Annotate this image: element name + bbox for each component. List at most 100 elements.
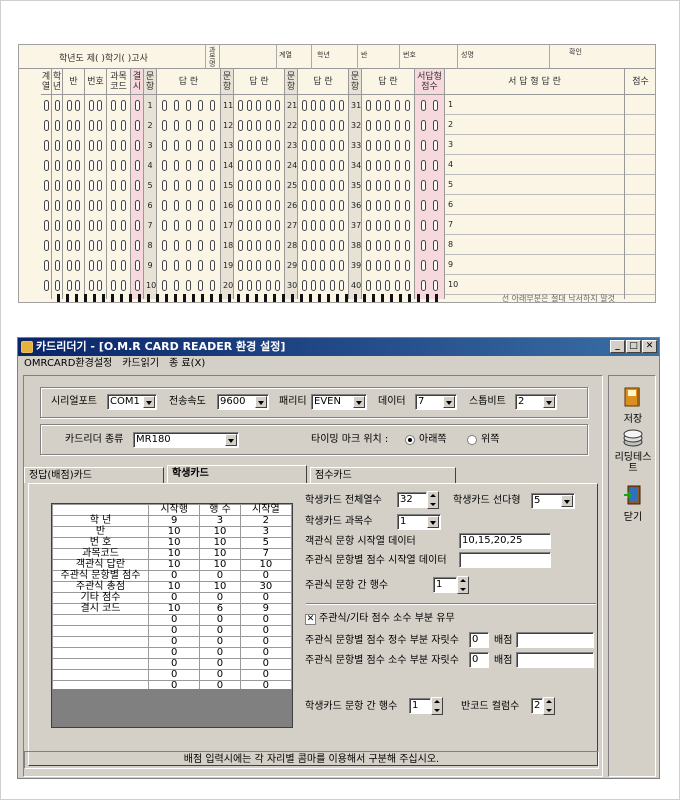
- total-cols-spinner[interactable]: [427, 491, 439, 509]
- grid-cell[interactable]: 0: [199, 636, 241, 648]
- table-row[interactable]: 과목코드 10 10 7: [52, 548, 293, 560]
- grid-cell[interactable]: 0: [239, 570, 293, 582]
- grid-cell[interactable]: 3: [239, 526, 293, 538]
- grid-cell[interactable]: 0: [147, 570, 201, 582]
- field-position-grid[interactable]: 시작행 행 수 시작열 학 년 9 3 2 반 10 10 3 번 호 10 10 5 과목코드 10 10 7 객관…: [51, 503, 293, 728]
- grid-cell[interactable]: 10: [239, 559, 293, 571]
- grid-cell[interactable]: 10: [147, 581, 201, 593]
- table-row[interactable]: 반 10 10 3: [52, 526, 293, 538]
- timing-top-radio[interactable]: [467, 435, 477, 445]
- close-window-button[interactable]: ✕: [642, 340, 657, 353]
- reading-test-button[interactable]: 리딩테스트: [611, 428, 655, 474]
- grid-cell[interactable]: 0: [147, 658, 201, 670]
- table-row[interactable]: 기타 점수 0 0 0: [52, 592, 293, 604]
- grid-cell[interactable]: 30: [239, 581, 293, 593]
- grid-cell[interactable]: 0: [199, 570, 241, 582]
- tab-answer-card[interactable]: 정답(배점)카드: [24, 467, 164, 483]
- subj-start-input[interactable]: [459, 552, 551, 568]
- grid-cell[interactable]: 0: [239, 614, 293, 626]
- table-row[interactable]: 000: [52, 658, 293, 670]
- minimize-button[interactable]: _: [610, 340, 625, 353]
- decimal-checkbox[interactable]: ✕: [305, 614, 316, 625]
- save-button[interactable]: 저장: [611, 386, 655, 425]
- table-row[interactable]: 주관식 총점 10 10 30: [52, 581, 293, 593]
- grid-cell[interactable]: 9: [239, 603, 293, 615]
- grid-cell[interactable]: 0: [147, 592, 201, 604]
- close-button[interactable]: 닫기: [611, 484, 655, 523]
- grid-cell[interactable]: 0: [239, 658, 293, 670]
- maximize-button[interactable]: □: [626, 340, 641, 353]
- grid-cell[interactable]: 10: [147, 537, 201, 549]
- subjects-select[interactable]: 1: [397, 514, 441, 530]
- title-bar[interactable]: 카드리더기 - [O.M.R CARD READER 환경 설정] _ □ ✕: [18, 338, 659, 356]
- grid-cell[interactable]: 0: [199, 625, 241, 637]
- table-row[interactable]: 번 호 10 10 5: [52, 537, 293, 549]
- grid-cell[interactable]: 0: [147, 625, 201, 637]
- grid-cell[interactable]: 0: [239, 592, 293, 604]
- table-row[interactable]: 000: [52, 625, 293, 637]
- grid-cell[interactable]: 10: [199, 581, 241, 593]
- grid-cell[interactable]: 0: [199, 658, 241, 670]
- table-row[interactable]: 000: [52, 669, 293, 681]
- grid-cell[interactable]: 10: [147, 526, 201, 538]
- grid-cell[interactable]: 0: [239, 669, 293, 681]
- grid-cell[interactable]: 0: [147, 636, 201, 648]
- grid-cell[interactable]: 0: [147, 647, 201, 659]
- subj-rows-spinner[interactable]: [457, 576, 469, 594]
- grid-cell[interactable]: 0: [199, 669, 241, 681]
- subj-rows-input[interactable]: 1: [433, 577, 457, 593]
- grid-cell[interactable]: 0: [239, 647, 293, 659]
- barcode-spinner[interactable]: [543, 697, 555, 715]
- serial-port-select[interactable]: COM1: [107, 394, 157, 410]
- parity-select[interactable]: EVEN: [311, 394, 367, 410]
- tab-score-card[interactable]: 점수카드: [310, 467, 456, 483]
- barcode-input[interactable]: 2: [531, 698, 543, 714]
- menu-omr-config[interactable]: OMRCARD환경설정: [24, 356, 112, 372]
- grid-cell[interactable]: 6: [199, 603, 241, 615]
- grid-cell[interactable]: 10: [147, 603, 201, 615]
- menu-read-card[interactable]: 카드읽기: [122, 356, 159, 372]
- grid-cell[interactable]: 5: [239, 537, 293, 549]
- grid-cell[interactable]: 0: [199, 647, 241, 659]
- baud-rate-select[interactable]: 9600: [217, 394, 269, 410]
- table-row[interactable]: 000: [52, 636, 293, 648]
- timing-bottom-radio[interactable]: [405, 435, 415, 445]
- grid-cell[interactable]: 0: [239, 625, 293, 637]
- grid-cell[interactable]: 0: [199, 592, 241, 604]
- grid-cell[interactable]: 9: [147, 515, 201, 527]
- grid-cell[interactable]: 0: [147, 669, 201, 681]
- grid-cell[interactable]: 7: [239, 548, 293, 560]
- table-row[interactable]: 000: [52, 614, 293, 626]
- table-row[interactable]: 000: [52, 647, 293, 659]
- total-cols-input[interactable]: 32: [397, 492, 427, 508]
- table-row[interactable]: 주관식 문항별 점수 0 0 0: [52, 570, 293, 582]
- data-bits-select[interactable]: 7: [415, 394, 457, 410]
- grid-cell[interactable]: 10: [199, 559, 241, 571]
- table-row[interactable]: 학 년932: [52, 515, 293, 527]
- menu-exit[interactable]: 종 료(X): [169, 356, 205, 372]
- grid-cell[interactable]: 0: [199, 614, 241, 626]
- dec-weight-input[interactable]: [516, 652, 594, 668]
- obj-start-input[interactable]: 10,15,20,25: [459, 533, 551, 549]
- options-select[interactable]: 5: [531, 493, 575, 509]
- q-rows-spinner[interactable]: [431, 697, 443, 715]
- table-row[interactable]: 결시 코드 10 6 9: [52, 603, 293, 615]
- grid-cell[interactable]: 3: [199, 515, 241, 527]
- grid-cell[interactable]: 10: [147, 548, 201, 560]
- bubble: [311, 119, 317, 131]
- stop-bits-select[interactable]: 2: [515, 394, 557, 410]
- grid-cell[interactable]: 10: [199, 526, 241, 538]
- grid-cell[interactable]: 10: [199, 548, 241, 560]
- tab-student-card[interactable]: 학생카드: [167, 465, 307, 483]
- int-digits-input[interactable]: 0: [469, 632, 489, 648]
- table-row[interactable]: 객관식 답란 10 10 10: [52, 559, 293, 571]
- dec-digits-input[interactable]: 0: [469, 652, 489, 668]
- grid-cell[interactable]: 2: [239, 515, 293, 527]
- grid-cell[interactable]: 0: [147, 614, 201, 626]
- grid-cell[interactable]: 10: [147, 559, 201, 571]
- reader-type-select[interactable]: MR180: [133, 432, 239, 448]
- grid-cell[interactable]: 10: [199, 537, 241, 549]
- q-rows-input[interactable]: 1: [409, 698, 431, 714]
- int-weight-input[interactable]: [516, 632, 594, 648]
- grid-cell[interactable]: 0: [239, 636, 293, 648]
